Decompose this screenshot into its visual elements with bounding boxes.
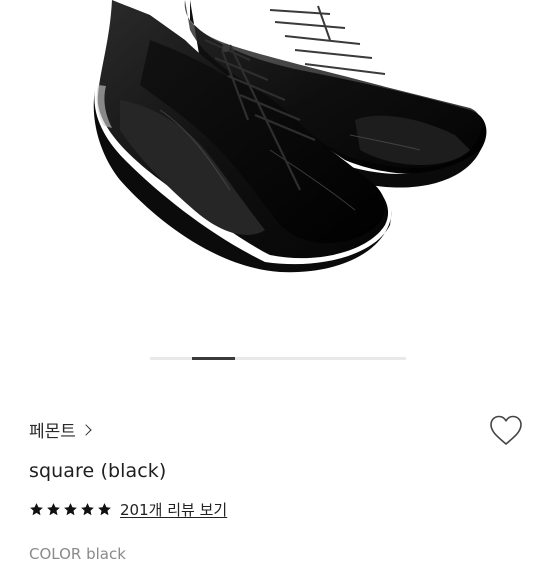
- product-image[interactable]: [0, 0, 555, 345]
- review-count-link[interactable]: 201개 리뷰 보기: [120, 499, 227, 520]
- star-filled-icon: [47, 503, 60, 516]
- star-filled-icon: [81, 503, 94, 516]
- star-filled-icon: [64, 503, 77, 516]
- carousel-indicator: [150, 357, 406, 360]
- heart-outline-icon[interactable]: [488, 413, 524, 449]
- brand-name: 페몬트: [29, 422, 76, 442]
- product-photo: [93, 0, 487, 273]
- star-rating: [29, 502, 112, 517]
- carousel-indicator-active: [192, 357, 235, 360]
- brand-link[interactable]: 페몬트: [29, 417, 92, 442]
- star-filled-icon: [30, 503, 43, 516]
- product-title: square (black): [29, 460, 167, 482]
- star-filled-icon: [98, 503, 111, 516]
- product-option-label: COLOR black: [29, 545, 126, 563]
- chevron-right-icon: [80, 424, 92, 436]
- rating-row: 201개 리뷰 보기: [29, 499, 227, 520]
